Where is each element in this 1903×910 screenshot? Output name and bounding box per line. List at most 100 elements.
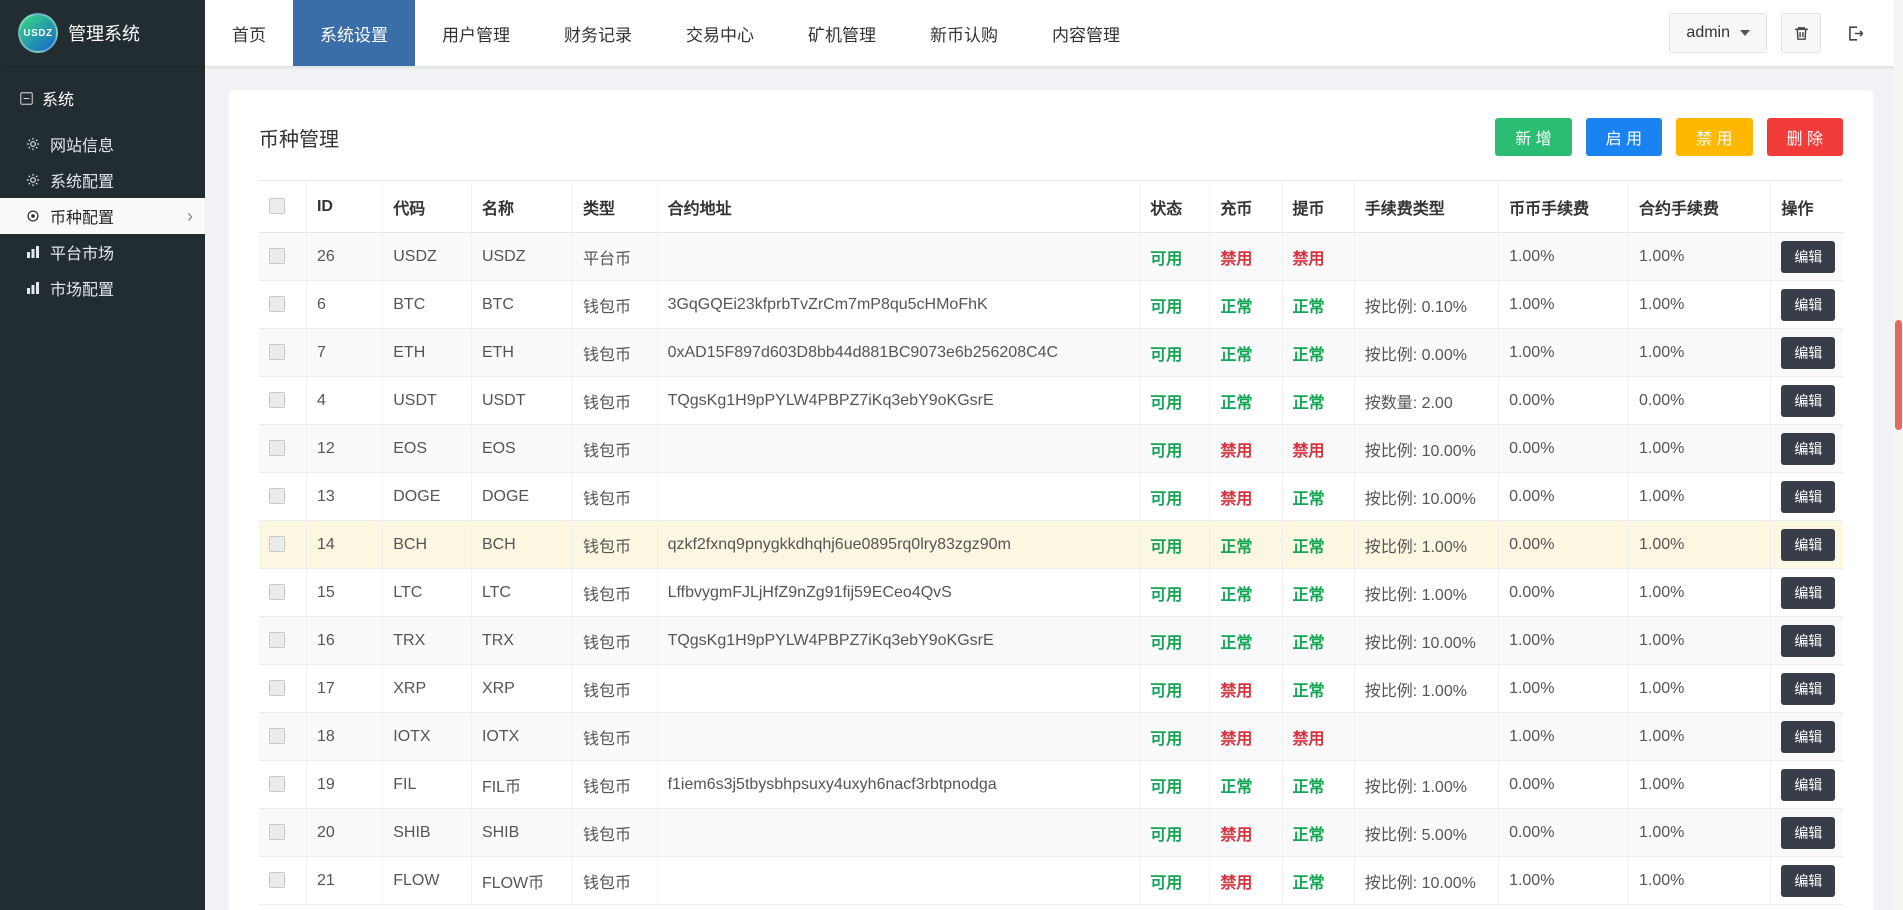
nav-item-6[interactable]: 矿机管理: [781, 0, 903, 66]
table-row: 13 DOGE DOGE 钱包币 可用 禁用 正常 按比例: 10.00% 0.00% 1.00%…: [259, 472, 1843, 521]
row-checkbox[interactable]: [269, 632, 285, 649]
cell-name: SHIB: [471, 808, 574, 857]
nav-item-3[interactable]: 用户管理: [415, 0, 537, 66]
nav-item-7[interactable]: 新币认购: [903, 0, 1025, 66]
cell-code: TRX: [382, 616, 472, 665]
cell-deposit: 正常: [1209, 328, 1283, 377]
nav-item-1[interactable]: 首页: [205, 0, 293, 66]
edit-button[interactable]: 编辑: [1781, 864, 1836, 897]
sidebar-section[interactable]: 系统: [0, 66, 205, 126]
add-button[interactable]: 新 增: [1495, 118, 1572, 156]
admin-menu-button[interactable]: admin: [1669, 13, 1767, 53]
cell-address: [657, 232, 1141, 281]
edit-button[interactable]: 编辑: [1781, 528, 1836, 561]
cell-status: 可用: [1139, 808, 1211, 857]
cell-fee-type: 按比例: 1.00%: [1354, 664, 1500, 713]
row-checkbox[interactable]: [269, 344, 285, 361]
sidebar-item-5[interactable]: 市场配置: [0, 270, 205, 306]
edit-button[interactable]: 编辑: [1781, 576, 1836, 609]
cell-contract-fee: 1.00%: [1628, 280, 1772, 329]
edit-button[interactable]: 编辑: [1781, 336, 1836, 369]
cell-withdraw: 正常: [1282, 856, 1355, 905]
sidebar-item-2[interactable]: 系统配置: [0, 162, 205, 198]
cell-address: [657, 712, 1141, 761]
cell-status: 可用: [1139, 232, 1211, 281]
nav-item-4[interactable]: 财务记录: [537, 0, 659, 66]
sidebar-item-1[interactable]: 网站信息: [0, 126, 205, 162]
row-checkbox[interactable]: [269, 872, 285, 889]
cell-address: [657, 856, 1141, 905]
row-checkbox[interactable]: [269, 248, 285, 265]
table-row: 4 USDT USDT 钱包币 TQgsKg1H9pPYLW4PBPZ7iKq3ebY9…: [259, 376, 1843, 425]
logout-button[interactable]: [1835, 13, 1875, 53]
cell-coin-fee: 0.00%: [1498, 568, 1629, 617]
edit-button[interactable]: 编辑: [1781, 240, 1836, 273]
row-checkbox[interactable]: [269, 488, 285, 505]
row-checkbox[interactable]: [269, 440, 285, 457]
sidebar-item-4[interactable]: 平台市场: [0, 234, 205, 270]
nav-item-8[interactable]: 内容管理: [1025, 0, 1147, 66]
row-checkbox[interactable]: [269, 392, 285, 409]
cell-contract-fee: 1.00%: [1628, 664, 1772, 713]
page-scrollbar[interactable]: [1894, 0, 1903, 910]
page-actions: 新 增启 用禁 用删 除: [1495, 118, 1843, 156]
row-checkbox[interactable]: [269, 776, 285, 793]
cell-status: 可用: [1139, 328, 1211, 377]
caret-down-icon: [1740, 30, 1750, 36]
cell-id: 20: [306, 808, 384, 857]
cell-type: 钱包币: [572, 376, 658, 425]
cell-code: LTC: [382, 568, 472, 617]
edit-button[interactable]: 编辑: [1781, 384, 1836, 417]
row-checkbox[interactable]: [269, 824, 285, 841]
cell-coin-fee: 1.00%: [1498, 712, 1629, 761]
cell-id: 17: [306, 664, 384, 713]
cell-withdraw: 正常: [1282, 520, 1355, 569]
cell-id: 12: [306, 424, 384, 473]
cell-contract-fee: 1.00%: [1628, 712, 1772, 761]
cell-address: [657, 424, 1141, 473]
cell-deposit: 禁用: [1209, 808, 1283, 857]
cell-contract-fee: 1.00%: [1628, 616, 1772, 665]
target-icon: [26, 209, 40, 223]
brand-logo-icon: USDZ: [18, 13, 58, 53]
edit-button[interactable]: 编辑: [1781, 816, 1836, 849]
cell-type: 钱包币: [572, 856, 658, 905]
cell-contract-fee: 1.00%: [1628, 424, 1772, 473]
nav-item-2[interactable]: 系统设置: [293, 0, 415, 66]
cell-code: DOGE: [382, 472, 472, 521]
cell-coin-fee: 1.00%: [1498, 328, 1629, 377]
edit-button[interactable]: 编辑: [1781, 432, 1836, 465]
edit-button[interactable]: 编辑: [1781, 720, 1836, 753]
edit-button[interactable]: 编辑: [1781, 672, 1836, 705]
cell-status: 可用: [1139, 520, 1211, 569]
scrollbar-thumb[interactable]: [1895, 320, 1902, 430]
column-header: 操作: [1770, 180, 1843, 233]
disable-button[interactable]: 禁 用: [1676, 118, 1753, 156]
nav-item-5[interactable]: 交易中心: [659, 0, 781, 66]
edit-button[interactable]: 编辑: [1781, 480, 1836, 513]
cell-status: 可用: [1139, 664, 1211, 713]
enable-button[interactable]: 启 用: [1585, 118, 1663, 156]
table-row: 26 USDZ USDZ 平台币 可用 禁用 禁用 1.00% 1.00% 编辑: [259, 232, 1843, 281]
row-checkbox[interactable]: [269, 536, 285, 553]
cell-coin-fee: 0.00%: [1498, 472, 1629, 521]
column-header: 状态: [1139, 180, 1211, 233]
cell-deposit: 禁用: [1209, 712, 1283, 761]
cell-deposit: 禁用: [1209, 232, 1283, 281]
select-all-checkbox[interactable]: [269, 198, 285, 215]
cell-withdraw: 正常: [1282, 280, 1355, 329]
row-checkbox[interactable]: [269, 680, 285, 697]
edit-button[interactable]: 编辑: [1781, 768, 1836, 801]
row-checkbox[interactable]: [269, 296, 285, 313]
clear-cache-button[interactable]: [1781, 13, 1821, 53]
delete-button[interactable]: 删 除: [1766, 118, 1843, 156]
sidebar: 系统 网站信息 系统配置 币种配置 › 平台市场 市场配置: [0, 66, 205, 910]
cell-address: f1iem6s3j5tbysbhpsuxy4uxyh6nacf3rbtpnodg…: [657, 760, 1141, 809]
row-checkbox[interactable]: [269, 728, 285, 745]
cell-name: TRX: [471, 616, 574, 665]
cell-status: 可用: [1139, 856, 1211, 905]
edit-button[interactable]: 编辑: [1781, 288, 1836, 321]
row-checkbox[interactable]: [269, 584, 285, 601]
edit-button[interactable]: 编辑: [1781, 624, 1836, 657]
sidebar-item-3[interactable]: 币种配置 ›: [0, 198, 205, 234]
